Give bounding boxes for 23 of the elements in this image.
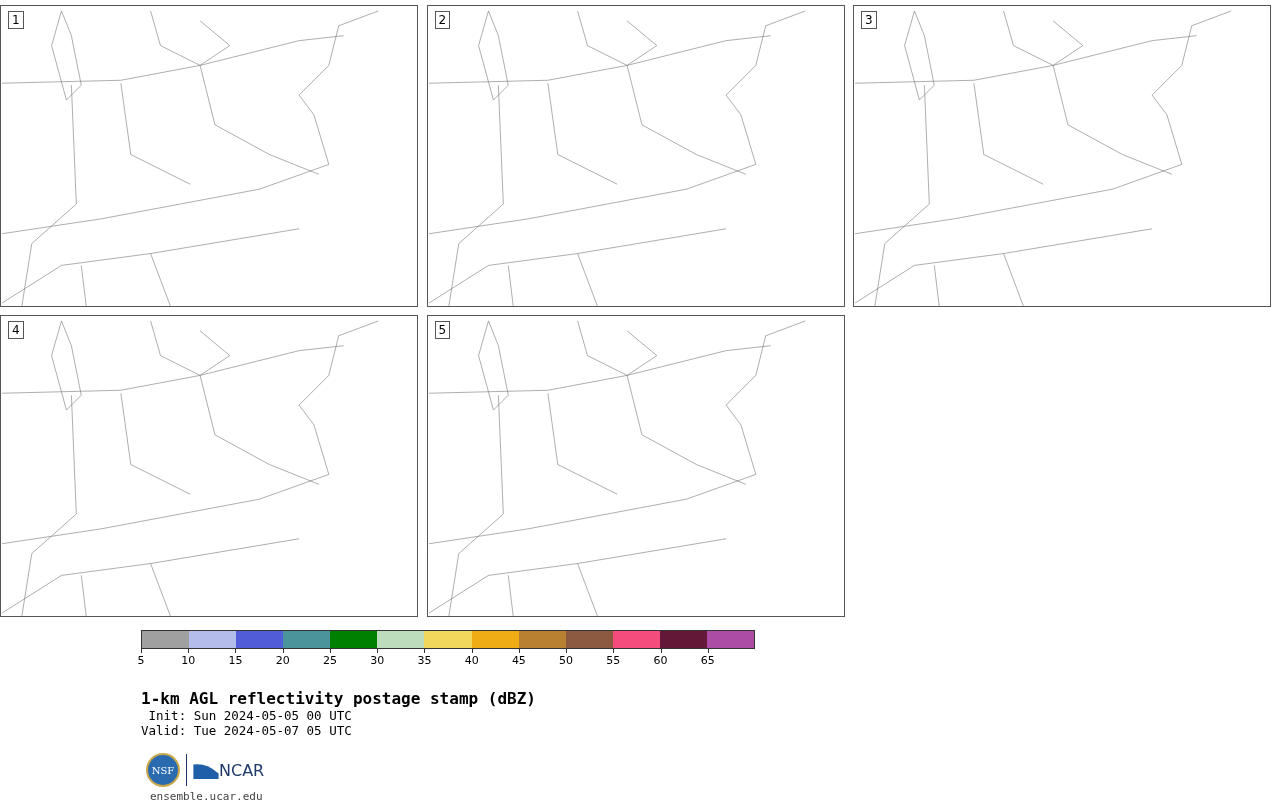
panel-number: 4 [8,321,24,339]
tick-label: 65 [700,654,715,667]
site-url: ensemble.ucar.edu [150,790,264,804]
tick-label: 30 [370,654,385,667]
chart-title: 1-km AGL reflectivity postage stamp (dBZ) [141,689,537,708]
swoosh-icon [193,761,219,779]
panel-number: 3 [861,11,877,29]
tick-label: 45 [511,654,526,667]
tick-label: 55 [606,654,621,667]
tick-label: 20 [275,654,290,667]
tick-label: 5 [137,654,145,667]
tick-label: 25 [322,654,337,667]
tick-label: 50 [559,654,574,667]
tick-label: 40 [464,654,479,667]
tick-label: 35 [417,654,432,667]
tick-label: 60 [653,654,668,667]
ncar-logo: NCAR [219,760,265,780]
tick-label: 10 [181,654,196,667]
init-time: Init: Sun 2024-05-05 00 UTC [147,708,353,723]
tick-label: 15 [228,654,243,667]
panel-number: 1 [8,11,24,29]
nsf-logo: NSF [146,753,180,787]
valid-time: Valid: Tue 2024-05-07 05 UTC [141,723,353,738]
